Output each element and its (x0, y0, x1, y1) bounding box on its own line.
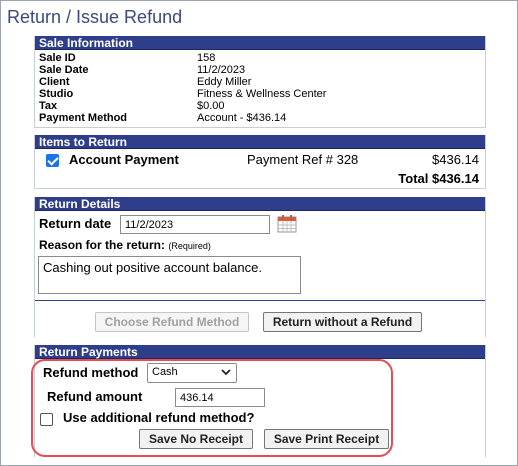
page-title: Return / Issue Refund (7, 7, 183, 27)
calendar-icon[interactable] (276, 214, 298, 234)
return-date-label: Return date (39, 216, 112, 231)
return-without-refund-button[interactable]: Return without a Refund (263, 312, 422, 332)
items-to-return-panel: Items to Return Account Payment Payment … (34, 135, 486, 189)
sale-date-value: 11/2/2023 (197, 64, 246, 76)
item-ref: Payment Ref # 328 (247, 152, 359, 167)
item-name: Account Payment (69, 152, 179, 167)
sale-information-panel: Sale Information Sale ID 158 Sale Date 1… (34, 36, 486, 128)
payment-method-value: Account - $436.14 (197, 112, 287, 124)
studio-value: Fitness & Wellness Center (197, 88, 327, 100)
reason-label: Reason for the return: (Required) (39, 238, 211, 252)
details-divider (35, 300, 485, 301)
studio-row: Studio Fitness & Wellness Center (39, 88, 326, 100)
sale-id-row: Sale ID 158 (39, 52, 326, 64)
return-details-panel: Return Details Return date Reason for th… (34, 197, 486, 337)
client-row: Client Eddy Miller (39, 76, 326, 88)
return-date-input[interactable] (120, 215, 270, 234)
choose-refund-method-button[interactable]: Choose Refund Method (95, 312, 249, 332)
sale-info-table: Sale ID 158 Sale Date 11/2/2023 Client E… (39, 52, 326, 124)
client-value: Eddy Miller (197, 76, 252, 88)
sale-date-row: Sale Date 11/2/2023 (39, 64, 326, 76)
payment-method-label: Payment Method (39, 112, 128, 124)
tax-value: $0.00 (197, 100, 225, 112)
item-row: Account Payment Payment Ref # 328 $436.1… (35, 151, 485, 169)
payment-method-row: Payment Method Account - $436.14 (39, 112, 326, 124)
items-to-return-header: Items to Return (35, 135, 485, 149)
return-details-header: Return Details (35, 197, 485, 211)
tax-row: Tax $0.00 (39, 100, 326, 112)
sale-id-value: 158 (197, 52, 216, 64)
refund-window: Return / Issue Refund Sale Information S… (0, 0, 518, 466)
sale-id-label: Sale ID (39, 52, 76, 64)
item-checkbox[interactable] (46, 154, 59, 167)
return-payments-header: Return Payments (35, 345, 485, 359)
reason-textarea[interactable]: Cashing out positive account balance. (38, 256, 301, 294)
sale-information-header: Sale Information (35, 36, 485, 50)
tax-label: Tax (39, 100, 58, 112)
studio-label: Studio (39, 88, 74, 100)
highlight-outline (31, 359, 393, 457)
items-total: Total $436.14 (398, 171, 479, 186)
sale-date-label: Sale Date (39, 64, 89, 76)
reason-required: (Required) (168, 241, 211, 251)
client-label: Client (39, 76, 70, 88)
reason-label-text: Reason for the return: (39, 238, 166, 252)
item-amount: $436.14 (432, 152, 479, 167)
